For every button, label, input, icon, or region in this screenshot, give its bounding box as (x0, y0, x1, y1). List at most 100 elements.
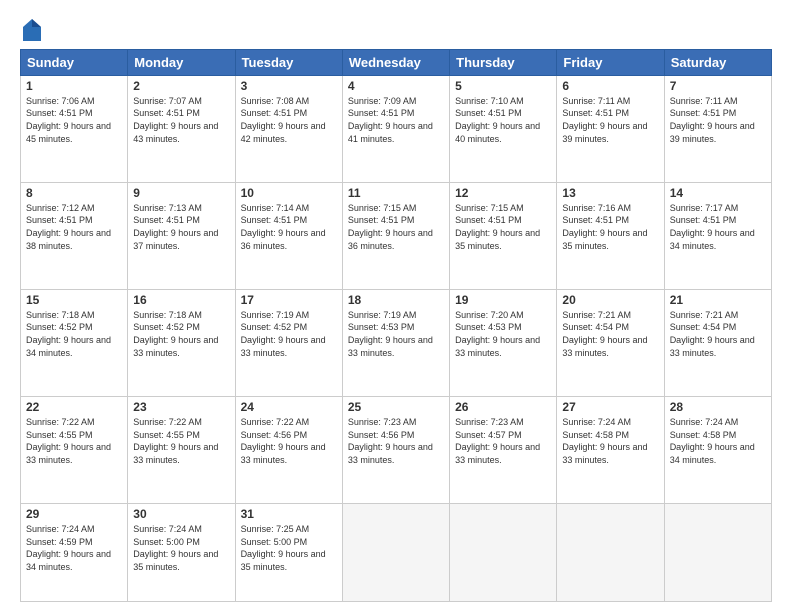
day-number: 19 (455, 293, 551, 307)
day-number: 30 (133, 507, 229, 521)
day-info: Sunrise: 7:16 AMSunset: 4:51 PMDaylight:… (562, 202, 658, 252)
day-info: Sunrise: 7:19 AMSunset: 4:52 PMDaylight:… (241, 309, 337, 359)
calendar-cell (664, 504, 771, 602)
day-info: Sunrise: 7:24 AMSunset: 5:00 PMDaylight:… (133, 523, 229, 573)
day-info: Sunrise: 7:23 AMSunset: 4:57 PMDaylight:… (455, 416, 551, 466)
day-info: Sunrise: 7:18 AMSunset: 4:52 PMDaylight:… (26, 309, 122, 359)
weekday-header-tuesday: Tuesday (235, 49, 342, 75)
calendar-cell: 24 Sunrise: 7:22 AMSunset: 4:56 PMDayligh… (235, 396, 342, 503)
day-info: Sunrise: 7:22 AMSunset: 4:55 PMDaylight:… (26, 416, 122, 466)
weekday-header-thursday: Thursday (450, 49, 557, 75)
calendar-cell: 18 Sunrise: 7:19 AMSunset: 4:53 PMDayligh… (342, 289, 449, 396)
calendar-cell (450, 504, 557, 602)
calendar-cell: 14Sunrise: 7:17 AMSunset: 4:51 PMDayligh… (664, 182, 771, 289)
calendar-cell: 12 Sunrise: 7:15 AMSunset: 4:51 PMDayligh… (450, 182, 557, 289)
calendar-cell: 25 Sunrise: 7:23 AMSunset: 4:56 PMDayligh… (342, 396, 449, 503)
day-info: Sunrise: 7:20 AMSunset: 4:53 PMDaylight:… (455, 309, 551, 359)
day-info: Sunrise: 7:11 AMSunset: 4:51 PMDaylight:… (670, 95, 766, 145)
day-info: Sunrise: 7:21 AMSunset: 4:54 PMDaylight:… (670, 309, 766, 359)
day-info: Sunrise: 7:15 AMSunset: 4:51 PMDaylight:… (455, 202, 551, 252)
day-info: Sunrise: 7:06 AMSunset: 4:51 PMDaylight:… (26, 95, 122, 145)
day-number: 18 (348, 293, 444, 307)
day-info: Sunrise: 7:23 AMSunset: 4:56 PMDaylight:… (348, 416, 444, 466)
calendar-cell: 2 Sunrise: 7:07 AMSunset: 4:51 PMDaylight… (128, 75, 235, 182)
day-number: 27 (562, 400, 658, 414)
weekday-header-monday: Monday (128, 49, 235, 75)
day-number: 15 (26, 293, 122, 307)
day-number: 29 (26, 507, 122, 521)
day-number: 10 (241, 186, 337, 200)
calendar-cell: 7 Sunrise: 7:11 AMSunset: 4:51 PMDaylight… (664, 75, 771, 182)
day-info: Sunrise: 7:09 AMSunset: 4:51 PMDaylight:… (348, 95, 444, 145)
week-row-1: 1 Sunrise: 7:06 AMSunset: 4:51 PMDaylight… (21, 75, 772, 182)
day-number: 2 (133, 79, 229, 93)
calendar-cell: 15 Sunrise: 7:18 AMSunset: 4:52 PMDayligh… (21, 289, 128, 396)
day-number: 4 (348, 79, 444, 93)
day-number: 24 (241, 400, 337, 414)
day-info: Sunrise: 7:17 AMSunset: 4:51 PMDaylight:… (670, 202, 766, 252)
weekday-header-friday: Friday (557, 49, 664, 75)
day-info: Sunrise: 7:22 AMSunset: 4:56 PMDaylight:… (241, 416, 337, 466)
calendar-cell: 10 Sunrise: 7:14 AMSunset: 4:51 PMDayligh… (235, 182, 342, 289)
weekday-header-row: SundayMondayTuesdayWednesdayThursdayFrid… (21, 49, 772, 75)
day-number: 6 (562, 79, 658, 93)
day-number: 9 (133, 186, 229, 200)
day-info: Sunrise: 7:15 AMSunset: 4:51 PMDaylight:… (348, 202, 444, 252)
day-info: Sunrise: 7:24 AMSunset: 4:58 PMDaylight:… (670, 416, 766, 466)
calendar-cell: 9 Sunrise: 7:13 AMSunset: 4:51 PMDaylight… (128, 182, 235, 289)
calendar-cell: 1 Sunrise: 7:06 AMSunset: 4:51 PMDaylight… (21, 75, 128, 182)
day-info: Sunrise: 7:18 AMSunset: 4:52 PMDaylight:… (133, 309, 229, 359)
calendar-cell: 13Sunrise: 7:16 AMSunset: 4:51 PMDayligh… (557, 182, 664, 289)
day-number: 17 (241, 293, 337, 307)
top-section (20, 16, 772, 41)
day-info: Sunrise: 7:13 AMSunset: 4:51 PMDaylight:… (133, 202, 229, 252)
day-number: 11 (348, 186, 444, 200)
day-info: Sunrise: 7:07 AMSunset: 4:51 PMDaylight:… (133, 95, 229, 145)
day-number: 3 (241, 79, 337, 93)
calendar-cell: 4 Sunrise: 7:09 AMSunset: 4:51 PMDaylight… (342, 75, 449, 182)
day-info: Sunrise: 7:12 AMSunset: 4:51 PMDaylight:… (26, 202, 122, 252)
day-number: 12 (455, 186, 551, 200)
calendar-cell: 27Sunrise: 7:24 AMSunset: 4:58 PMDayligh… (557, 396, 664, 503)
weekday-header-saturday: Saturday (664, 49, 771, 75)
day-info: Sunrise: 7:10 AMSunset: 4:51 PMDaylight:… (455, 95, 551, 145)
day-number: 31 (241, 507, 337, 521)
calendar-cell: 30 Sunrise: 7:24 AMSunset: 5:00 PMDayligh… (128, 504, 235, 602)
calendar-cell: 8 Sunrise: 7:12 AMSunset: 4:51 PMDaylight… (21, 182, 128, 289)
day-number: 23 (133, 400, 229, 414)
day-number: 22 (26, 400, 122, 414)
calendar-cell: 23Sunrise: 7:22 AMSunset: 4:55 PMDayligh… (128, 396, 235, 503)
calendar-cell (342, 504, 449, 602)
calendar-cell: 28 Sunrise: 7:24 AMSunset: 4:58 PMDayligh… (664, 396, 771, 503)
calendar-cell: 20 Sunrise: 7:21 AMSunset: 4:54 PMDayligh… (557, 289, 664, 396)
calendar-cell: 6Sunrise: 7:11 AMSunset: 4:51 PMDaylight… (557, 75, 664, 182)
calendar-cell: 26 Sunrise: 7:23 AMSunset: 4:57 PMDayligh… (450, 396, 557, 503)
calendar-cell: 21 Sunrise: 7:21 AMSunset: 4:54 PMDayligh… (664, 289, 771, 396)
day-info: Sunrise: 7:24 AMSunset: 4:59 PMDaylight:… (26, 523, 122, 573)
calendar-cell (557, 504, 664, 602)
week-row-5: 29 Sunrise: 7:24 AMSunset: 4:59 PMDayligh… (21, 504, 772, 602)
day-number: 26 (455, 400, 551, 414)
week-row-3: 15 Sunrise: 7:18 AMSunset: 4:52 PMDayligh… (21, 289, 772, 396)
logo (20, 16, 41, 41)
calendar-cell: 22 Sunrise: 7:22 AMSunset: 4:55 PMDayligh… (21, 396, 128, 503)
day-number: 5 (455, 79, 551, 93)
logo-icon (23, 19, 41, 41)
page: SundayMondayTuesdayWednesdayThursdayFrid… (0, 0, 792, 612)
day-number: 20 (562, 293, 658, 307)
day-info: Sunrise: 7:19 AMSunset: 4:53 PMDaylight:… (348, 309, 444, 359)
week-row-4: 22 Sunrise: 7:22 AMSunset: 4:55 PMDayligh… (21, 396, 772, 503)
day-number: 1 (26, 79, 122, 93)
day-info: Sunrise: 7:14 AMSunset: 4:51 PMDaylight:… (241, 202, 337, 252)
weekday-header-sunday: Sunday (21, 49, 128, 75)
weekday-header-wednesday: Wednesday (342, 49, 449, 75)
day-number: 25 (348, 400, 444, 414)
calendar-cell: 31 Sunrise: 7:25 AMSunset: 5:00 PMDayligh… (235, 504, 342, 602)
day-number: 21 (670, 293, 766, 307)
day-number: 7 (670, 79, 766, 93)
day-info: Sunrise: 7:21 AMSunset: 4:54 PMDaylight:… (562, 309, 658, 359)
day-number: 28 (670, 400, 766, 414)
day-info: Sunrise: 7:25 AMSunset: 5:00 PMDaylight:… (241, 523, 337, 573)
calendar-cell: 3Sunrise: 7:08 AMSunset: 4:51 PMDaylight… (235, 75, 342, 182)
day-number: 8 (26, 186, 122, 200)
